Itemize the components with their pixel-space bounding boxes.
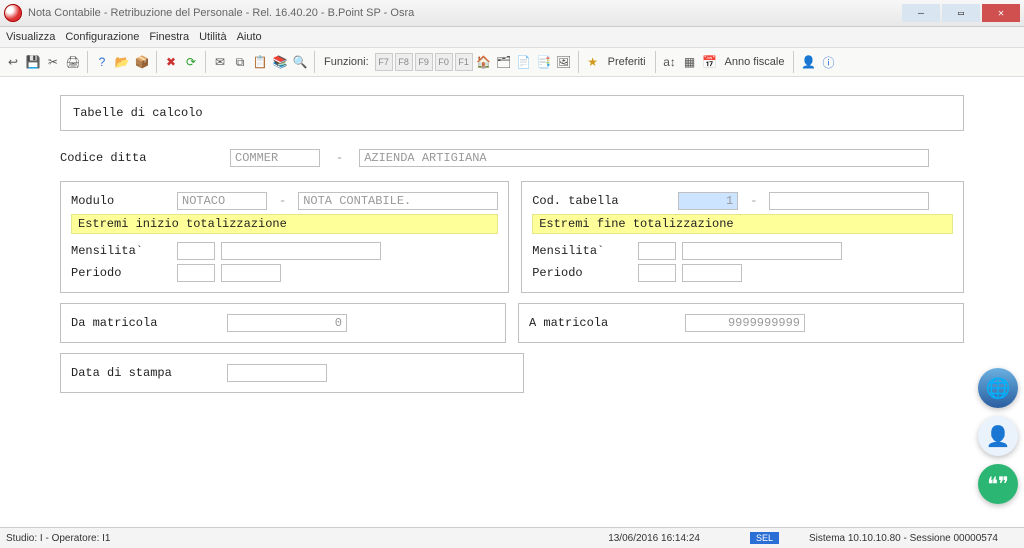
refresh-icon[interactable]: ⟳ — [182, 53, 200, 71]
menu-configurazione[interactable]: Configurazione — [65, 31, 139, 43]
section-title-box: Tabelle di calcolo — [60, 95, 964, 131]
f0-button[interactable]: F0 — [435, 53, 453, 71]
codice-ditta-code-input[interactable] — [230, 149, 320, 167]
globe-fab-icon[interactable]: 🌐 — [978, 368, 1018, 408]
image-icon[interactable]: 🖼 — [555, 53, 573, 71]
status-sistema: Sistema 10.10.10.80 - Sessione 00000574 — [809, 533, 998, 544]
da-matricola-label: Da matricola — [71, 316, 221, 330]
user-icon[interactable]: 👤 — [799, 53, 817, 71]
cod-tabella-desc-input[interactable] — [769, 192, 929, 210]
menu-finestra[interactable]: Finestra — [149, 31, 189, 43]
book-icon[interactable]: 📚 — [271, 53, 289, 71]
save-icon[interactable]: 💾 — [24, 53, 42, 71]
window-title: Nota Contabile - Retribuzione del Person… — [28, 7, 414, 19]
mensilita-left-label: Mensilita` — [71, 244, 171, 258]
star-icon[interactable]: ★ — [584, 53, 602, 71]
periodo-right-label: Periodo — [532, 266, 632, 280]
data-di-stampa-box: Data di stampa — [60, 353, 524, 393]
right-column: Cod. tabella - Estremi fine totalizzazio… — [521, 181, 964, 293]
modulo-desc-input[interactable] — [298, 192, 498, 210]
mensilita-right-code-input[interactable] — [638, 242, 676, 260]
f8-button[interactable]: F8 — [395, 53, 413, 71]
modulo-label: Modulo — [71, 194, 171, 208]
f7-button[interactable]: F7 — [375, 53, 393, 71]
text-icon[interactable]: a↕ — [661, 53, 679, 71]
doc-icon[interactable]: 📑 — [535, 53, 553, 71]
mensilita-right-label: Mensilita` — [532, 244, 632, 258]
a-matricola-label: A matricola — [529, 316, 679, 330]
info-icon[interactable]: ⓘ — [819, 53, 837, 71]
status-studio: Studio: I - Operatore: I1 — [6, 533, 111, 544]
a-matricola-input[interactable] — [685, 314, 805, 332]
da-matricola-input[interactable] — [227, 314, 347, 332]
codice-ditta-desc-input[interactable] — [359, 149, 929, 167]
folder-open-icon[interactable]: 📂 — [113, 53, 131, 71]
package-icon[interactable]: 📦 — [133, 53, 151, 71]
anno-fiscale-label[interactable]: Anno fiscale — [725, 56, 785, 68]
data-di-stampa-input[interactable] — [227, 364, 327, 382]
modulo-code-input[interactable] — [177, 192, 267, 210]
paste-icon[interactable]: 📋 — [251, 53, 269, 71]
help-icon[interactable]: ? — [93, 53, 111, 71]
search-icon[interactable]: 🔍 — [291, 53, 309, 71]
app-icon — [4, 4, 22, 22]
window-titlebar: Nota Contabile - Retribuzione del Person… — [0, 0, 1024, 27]
inizio-banner: Estremi inizio totalizzazione — [71, 214, 498, 234]
f9-button[interactable]: F9 — [415, 53, 433, 71]
menu-visualizza[interactable]: Visualizza — [6, 31, 55, 43]
window-minimize-button[interactable]: — — [902, 4, 940, 22]
left-column: Modulo - Estremi inizio totalizzazione M… — [60, 181, 509, 293]
card-icon[interactable]: 🗂 — [495, 53, 513, 71]
section-title: Tabelle di calcolo — [73, 106, 203, 120]
periodo-right-code-input[interactable] — [638, 264, 676, 282]
calendar-icon[interactable]: 📅 — [701, 53, 719, 71]
mensilita-left-code-input[interactable] — [177, 242, 215, 260]
mail-icon[interactable]: ✉ — [211, 53, 229, 71]
menubar: Visualizza Configurazione Finestra Utili… — [0, 27, 1024, 48]
stop-icon[interactable]: ✖ — [162, 53, 180, 71]
cod-tabella-label: Cod. tabella — [532, 194, 672, 208]
content-area: Tabelle di calcolo Codice ditta - Modulo… — [0, 77, 1024, 393]
cod-tabella-value-input[interactable] — [678, 192, 738, 210]
dash: - — [336, 151, 343, 165]
user-fab-icon[interactable]: 👤 — [978, 416, 1018, 456]
periodo-left-value-input[interactable] — [221, 264, 281, 282]
da-matricola-box: Da matricola — [60, 303, 506, 343]
f1-button[interactable]: F1 — [455, 53, 473, 71]
toolbar: ↩ 💾 ✂ 🖨 ? 📂 📦 ✖ ⟳ ✉ ⧉ 📋 📚 🔍 Funzioni: F7… — [0, 48, 1024, 77]
exit-icon[interactable]: ↩ — [4, 53, 22, 71]
funzioni-label: Funzioni: — [324, 56, 369, 68]
mensilita-right-desc-input[interactable] — [682, 242, 842, 260]
codice-ditta-label: Codice ditta — [60, 151, 220, 165]
fine-banner: Estremi fine totalizzazione — [532, 214, 953, 234]
a-matricola-box: A matricola — [518, 303, 964, 343]
cut-icon[interactable]: ✂ — [44, 53, 62, 71]
periodo-right-value-input[interactable] — [682, 264, 742, 282]
copy-icon[interactable]: ⧉ — [231, 53, 249, 71]
status-sel-badge: SEL — [750, 532, 779, 544]
grid-icon[interactable]: ▦ — [681, 53, 699, 71]
periodo-left-label: Periodo — [71, 266, 171, 280]
status-datetime: 13/06/2016 16:14:24 — [608, 533, 700, 544]
data-di-stampa-label: Data di stampa — [71, 366, 221, 380]
quote-fab-icon[interactable]: ❝❞ — [978, 464, 1018, 504]
menu-aiuto[interactable]: Aiuto — [237, 31, 262, 43]
statusbar: Studio: I - Operatore: I1 13/06/2016 16:… — [0, 527, 1024, 548]
home-icon[interactable]: 🏠 — [475, 53, 493, 71]
preferiti-label[interactable]: Preferiti — [608, 56, 646, 68]
periodo-left-code-input[interactable] — [177, 264, 215, 282]
menu-utilita[interactable]: Utilità — [199, 31, 227, 43]
form-icon[interactable]: 📄 — [515, 53, 533, 71]
mensilita-left-desc-input[interactable] — [221, 242, 381, 260]
print-icon[interactable]: 🖨 — [64, 53, 82, 71]
window-maximize-button[interactable]: ▭ — [942, 4, 980, 22]
window-close-button[interactable]: ✕ — [982, 4, 1020, 22]
